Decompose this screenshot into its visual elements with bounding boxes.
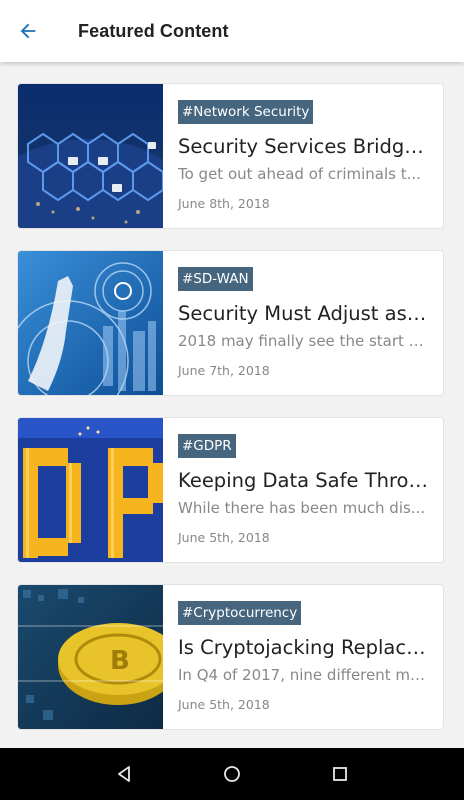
article-description: In Q4 of 2017, nine different ma...	[178, 666, 428, 684]
article-thumbnail-network	[18, 84, 163, 228]
article-date: June 7th, 2018	[178, 363, 270, 378]
article-title: Security Must Adjust as SD-WAN	[178, 302, 430, 325]
article-thumbnail-gdpr	[18, 418, 163, 562]
article-card[interactable]: #SD-WAN Security Must Adjust as SD-WAN 2…	[17, 250, 444, 396]
article-date: June 8th, 2018	[178, 196, 270, 211]
article-description: To get out ahead of criminals t...	[178, 165, 421, 183]
article-description: 2018 may finally see the start o...	[178, 332, 428, 350]
article-title: Is Cryptojacking Replacing Ransomware	[178, 636, 430, 659]
article-tag[interactable]: #GDPR	[178, 434, 236, 458]
system-navigation-bar	[0, 748, 464, 800]
svg-text:B: B	[110, 646, 130, 676]
page-title: Featured Content	[78, 20, 229, 41]
article-content: #Network Security Security Services Brid…	[163, 84, 443, 228]
article-date: June 5th, 2018	[178, 697, 270, 712]
article-thumbnail-sdwan	[18, 251, 163, 395]
nav-recents-button[interactable]	[320, 754, 360, 794]
nav-back-button[interactable]	[104, 754, 144, 794]
article-list[interactable]: #Network Security Security Services Brid…	[0, 62, 464, 748]
article-card[interactable]: #GDPR Keeping Data Safe Through GDPR Whi…	[17, 417, 444, 563]
back-button[interactable]	[0, 0, 56, 62]
circle-home-icon	[224, 766, 240, 782]
article-tag[interactable]: #Cryptocurrency	[178, 601, 302, 625]
article-title: Keeping Data Safe Through GDPR	[178, 469, 430, 492]
app-bar: Featured Content	[0, 0, 464, 62]
article-content: #SD-WAN Security Must Adjust as SD-WAN 2…	[163, 251, 443, 395]
arrow-left-icon	[20, 23, 36, 39]
article-content: #Cryptocurrency Is Cryptojacking Replaci…	[163, 585, 443, 729]
article-tag[interactable]: #Network Security	[178, 100, 314, 124]
square-recents-icon	[333, 767, 347, 781]
article-title: Security Services Bridge the Gap	[178, 135, 430, 158]
article-tag[interactable]: #SD-WAN	[178, 267, 253, 291]
app-screen: Featured Content #Network Security Secur…	[0, 0, 464, 800]
article-thumbnail-crypto: B	[18, 585, 163, 729]
triangle-back-icon	[118, 766, 130, 782]
nav-home-button[interactable]	[212, 754, 252, 794]
article-description: While there has been much dis...	[178, 499, 426, 517]
article-card[interactable]: B #Cryptocurrency Is Cryptojacking Repla…	[17, 584, 444, 730]
article-content: #GDPR Keeping Data Safe Through GDPR Whi…	[163, 418, 443, 562]
article-date: June 5th, 2018	[178, 530, 270, 545]
article-card[interactable]: #Network Security Security Services Brid…	[17, 83, 444, 229]
